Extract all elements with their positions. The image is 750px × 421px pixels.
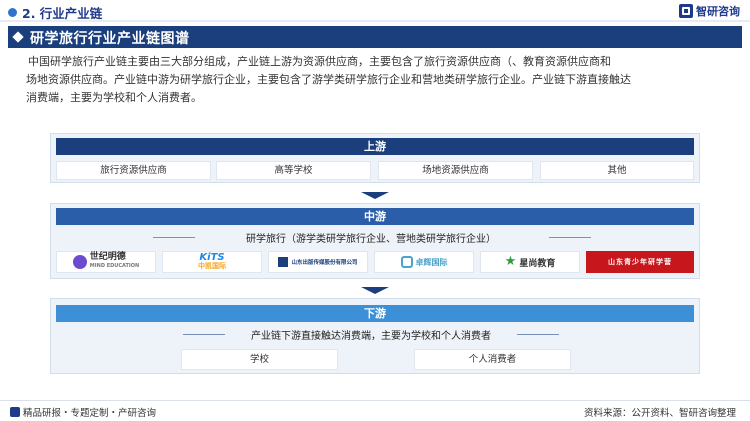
downstream-item: 学校 [181,349,338,370]
downstream-subtitle: 产业链下游直接触达消费端，主要为学校和个人消费者 [251,331,491,342]
company-name: 星尚教育 [519,258,556,269]
square-logo-icon [278,257,289,267]
footer-tagline-text: 精品研报・专题定制・产研咨询 [23,408,157,419]
title-banner: 研学旅行行业产业链图谱 [8,26,742,48]
company-subname: MIND EDUCATION [89,263,140,269]
bullet-dot-icon [8,8,17,17]
company-name: 卓辉国际 [415,257,448,267]
footer-tagline: 精品研报・专题定制・产研咨询 [10,405,156,419]
company-logo-shijimingde: 世纪明德 MIND EDUCATION [56,251,156,273]
company-logo-xingshang: ★ 星尚教育 [480,251,580,273]
midstream-subtitle: 研学旅行（游学类研学旅行企业、营地类研学旅行企业） [246,234,496,245]
intro-line-2: 场地资源供应商。产业链中游为研学旅行企业，主要包含了游学类研学旅行企业和营地类研… [26,73,631,86]
company-logo-red-seal: 山东青少年研学营 [586,251,694,273]
upstream-item: 场地资源供应商 [378,161,533,180]
upstream-panel: 上游 旅行资源供应商 高等学校 场地资源供应商 其他 [50,133,700,183]
midstream-header: 中游 [56,208,694,225]
down-arrow-icon [361,192,389,199]
brand: 智研咨询 [679,3,740,19]
company-logo-zhuohui: 卓辉国际 [374,251,474,273]
brand-logo-icon [679,4,693,18]
shield-logo-icon [400,256,413,268]
brand-name: 智研咨询 [696,5,740,18]
company-logo-kits: KiTS 中凯国际 [162,251,262,273]
divider-line [153,237,195,238]
footer-source: 资料来源：公开资料、智研咨询整理 [583,408,736,419]
footer-divider [0,400,750,401]
top-bar: 2. 行业产业链 智研咨询 [0,0,750,22]
diamond-icon [12,31,24,43]
company-name: 世纪明德 [89,252,126,262]
upstream-item: 其他 [540,161,694,180]
company-name: 山东出版传媒股份有限公司 [291,260,358,266]
upstream-header: 上游 [56,138,694,155]
footer: 精品研报・专题定制・产研咨询 资料来源：公开资料、智研咨询整理 [0,400,750,421]
brand-mini-icon [10,407,20,417]
downstream-header: 下游 [56,305,694,322]
company-subname: 中凯国际 [198,262,226,270]
company-logo-shandong-publishing: 山东出版传媒股份有限公司 [268,251,368,273]
swirl-icon [72,255,87,269]
divider-line [183,334,225,335]
star-logo-icon: ★ [504,254,517,269]
upstream-item: 旅行资源供应商 [56,161,211,180]
intro-line-1: 中国研学旅行产业链主要由三大部分组成，产业链上游为资源供应商，主要包含了旅行资源… [28,55,611,68]
upstream-item: 高等学校 [216,161,371,180]
intro-line-3: 消费端，主要为学校和个人消费者。 [26,91,202,104]
company-name: 山东青少年研学营 [608,258,672,266]
page-title: 研学旅行行业产业链图谱 [30,31,190,47]
top-divider [0,20,750,22]
downstream-item: 个人消费者 [414,349,571,370]
downstream-panel: 下游 产业链下游直接触达消费端，主要为学校和个人消费者 学校 个人消费者 [50,298,700,374]
divider-line [517,334,559,335]
company-name: KiTS [199,252,225,263]
midstream-panel: 中游 研学旅行（游学类研学旅行企业、营地类研学旅行企业） 世纪明德 MIND E… [50,203,700,279]
down-arrow-icon [361,287,389,294]
divider-line [549,237,591,238]
